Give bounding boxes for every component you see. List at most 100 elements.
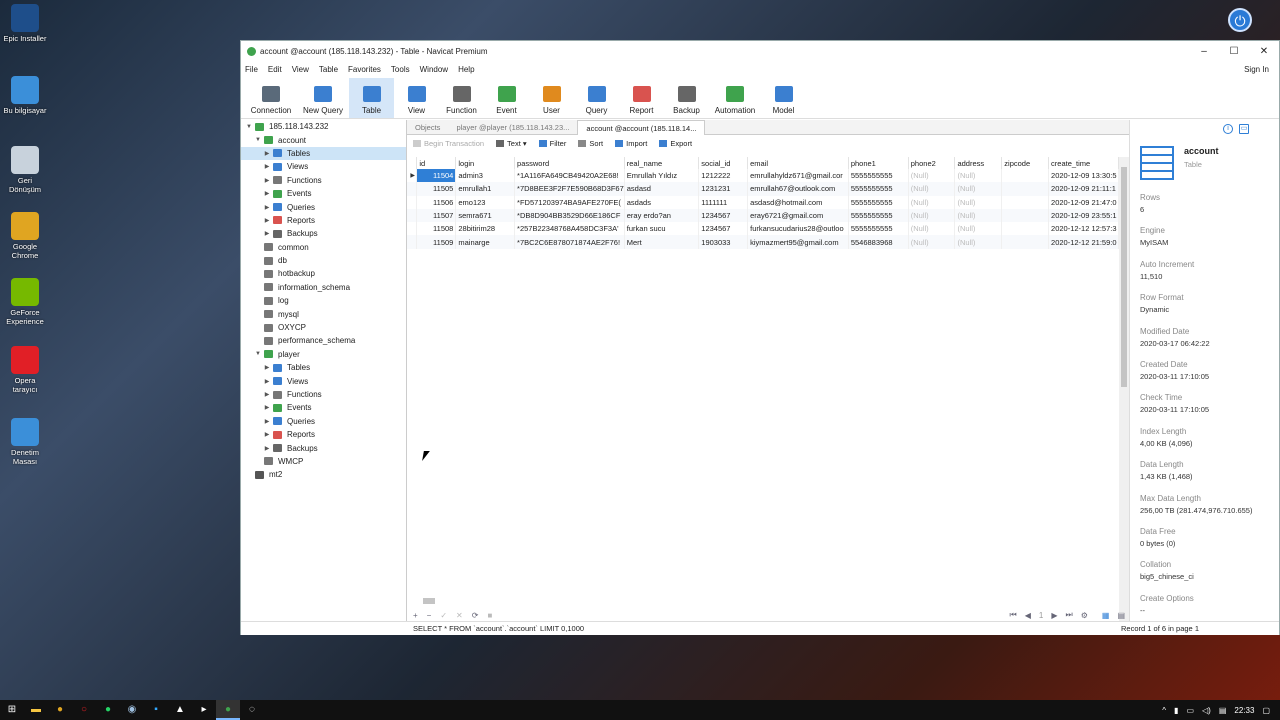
table-cell[interactable]: 11507 — [416, 208, 457, 223]
toolbar-automation-button[interactable]: Automation — [709, 78, 761, 118]
text-button[interactable]: Text ▾ — [496, 139, 527, 148]
table-cell[interactable] — [1001, 222, 1050, 236]
column-header[interactable]: address — [954, 157, 1003, 169]
table-cell[interactable]: *7D8BEE3F2F7E590B68D3F67 — [514, 182, 625, 196]
table-cell[interactable]: (Null) — [954, 169, 1003, 183]
expand-right-icon[interactable]: ▶ — [263, 177, 271, 184]
steam-icon[interactable]: ◉ — [120, 700, 144, 720]
menu-file[interactable]: File — [245, 65, 258, 74]
toolbar-event-button[interactable]: Event — [484, 78, 529, 118]
table-cell[interactable]: 5555555555 — [848, 222, 909, 236]
table-cell[interactable]: 28bitirim28 — [455, 222, 516, 236]
sort-button[interactable]: Sort — [578, 139, 603, 148]
tab-account[interactable]: account @account (185.118.14... — [577, 119, 706, 135]
expand-right-icon[interactable]: ▶ — [263, 230, 271, 237]
clock[interactable]: 22:33 — [1234, 706, 1254, 715]
toolbar-backup-button[interactable]: Backup — [664, 78, 709, 118]
table-row[interactable]: ▶ 11504 admin3 *1A116FA649CB49420A2E68! Emru… — [407, 169, 1119, 183]
expand-right-icon[interactable]: ▶ — [263, 404, 271, 411]
tree-item[interactable]: mysql — [241, 307, 406, 320]
table-cell[interactable] — [1001, 182, 1050, 196]
toolbar-model-button[interactable]: Model — [761, 78, 806, 118]
tree-item[interactable]: ▶ Queries — [241, 415, 406, 428]
desktop-icon[interactable]: Google Chrome — [2, 212, 48, 260]
table-row[interactable]: 11506 emo123 *FD571203974BA9AFE270FE(asdad… — [407, 195, 1119, 209]
expand-right-icon[interactable]: ▶ — [263, 378, 271, 385]
table-cell[interactable]: *1A116FA649CB49420A2E68! — [514, 169, 625, 183]
last-page-icon[interactable]: ⏭ — [1066, 610, 1073, 620]
tree-item[interactable]: ▶ Views — [241, 160, 406, 173]
desktop-icon[interactable]: GeForce Experience — [2, 278, 48, 326]
menu-table[interactable]: Table — [319, 65, 338, 74]
table-cell[interactable]: (Null) — [954, 182, 1003, 196]
table-cell[interactable]: 1234567 — [698, 222, 749, 236]
table-cell[interactable]: (Null) — [954, 222, 1003, 236]
add-record-icon[interactable]: + — [413, 611, 418, 620]
table-cell[interactable]: 1903033 — [698, 235, 749, 249]
table-cell[interactable]: mainarge — [455, 235, 516, 249]
tree-item[interactable]: ▶ Functions — [241, 174, 406, 187]
tree-item[interactable]: ▶ Backups — [241, 441, 406, 454]
tray-keyboard-icon[interactable]: ▤ — [1219, 706, 1227, 715]
tree-item[interactable]: ▶ Events — [241, 187, 406, 200]
table-cell[interactable]: emrullah1 — [455, 182, 516, 196]
ddl-icon[interactable]: ▭ — [1239, 124, 1249, 134]
table-cell[interactable]: 1234567 — [698, 208, 749, 223]
table-cell[interactable]: 1231231 — [698, 182, 749, 196]
refresh-icon[interactable]: ⟳ — [472, 611, 479, 620]
table-cell[interactable]: (Null) — [908, 182, 956, 196]
vertical-scroll-thumb[interactable] — [1121, 167, 1127, 387]
table-cell[interactable] — [1001, 235, 1050, 249]
toolbar-view-button[interactable]: View — [394, 78, 439, 118]
table-cell[interactable]: emrullah67@outlook.com — [747, 182, 849, 196]
table-cell[interactable]: 11504 — [416, 169, 457, 183]
whatsapp-icon[interactable]: ● — [96, 700, 120, 720]
tray-network-icon[interactable]: ▭ — [1186, 706, 1194, 715]
table-cell[interactable]: eray erdo?an — [624, 208, 700, 223]
filter-button[interactable]: Filter — [538, 139, 566, 148]
tray-chevron-icon[interactable]: ^ — [1162, 706, 1166, 715]
menu-favorites[interactable]: Favorites — [348, 65, 381, 74]
settings-gear-icon[interactable]: ⚙ — [1081, 611, 1088, 620]
import-button[interactable]: Import — [615, 139, 647, 148]
expand-right-icon[interactable]: ▶ — [263, 431, 271, 438]
discard-icon[interactable]: ✕ — [456, 611, 463, 620]
table-cell[interactable]: 5555555555 — [848, 208, 909, 223]
table-cell[interactable]: *257B22348768A458DC3F3A' — [514, 222, 625, 236]
column-header[interactable]: email — [747, 157, 849, 169]
tree-item[interactable]: ▶ Tables — [241, 146, 406, 161]
desktop-icon[interactable]: Denetim Masası — [2, 418, 48, 466]
menu-tools[interactable]: Tools — [391, 65, 410, 74]
table-cell[interactable]: (Null) — [908, 235, 956, 249]
begin-transaction-button[interactable]: Begin Transaction — [413, 139, 484, 148]
table-cell[interactable]: furkansucudarius28@outloo — [747, 222, 849, 236]
notifications-icon[interactable]: ▢ — [1262, 706, 1270, 715]
desktop-icon[interactable]: Epic Installer — [2, 4, 48, 43]
tree-item[interactable]: hotbackup — [241, 267, 406, 280]
tray-usb-icon[interactable]: ▮ — [1174, 706, 1178, 715]
table-row[interactable]: 11509 mainarge *7BC2C6E878071874AE2F76! Mer… — [407, 235, 1119, 249]
column-header[interactable]: zipcode — [1001, 157, 1050, 169]
column-header[interactable]: id — [416, 157, 457, 169]
expand-right-icon[interactable]: ▶ — [263, 364, 271, 371]
tree-item[interactable]: common — [241, 241, 406, 254]
app-circle-icon[interactable]: ◌ — [240, 700, 264, 720]
table-cell[interactable]: 11505 — [416, 182, 457, 196]
table-cell[interactable]: 11508 — [416, 222, 457, 236]
power-icon[interactable]: ⏻ — [1228, 8, 1252, 32]
table-cell[interactable]: 11509 — [416, 235, 457, 249]
column-header[interactable]: social_id — [698, 157, 749, 169]
toolbar-report-button[interactable]: Report — [619, 78, 664, 118]
toolbar-function-button[interactable]: Function — [439, 78, 484, 118]
column-header[interactable]: password — [514, 157, 625, 169]
tree-item[interactable]: ▶ Reports — [241, 428, 406, 441]
table-cell[interactable]: 2020-12-12 12:57:3 — [1048, 222, 1119, 236]
table-cell[interactable]: 5555555555 — [848, 182, 909, 196]
tree-item[interactable]: OXYCP — [241, 321, 406, 334]
tab-objects[interactable]: Objects — [407, 120, 448, 135]
tree-item[interactable]: log — [241, 294, 406, 307]
table-cell[interactable]: 2020-12-09 21:47:0 — [1048, 195, 1119, 209]
table-cell[interactable]: emrullahyldz671@gmail.cor — [747, 169, 849, 183]
expand-right-icon[interactable]: ▶ — [263, 391, 271, 398]
table-cell[interactable]: 2020-12-09 13:30:5 — [1048, 169, 1119, 183]
